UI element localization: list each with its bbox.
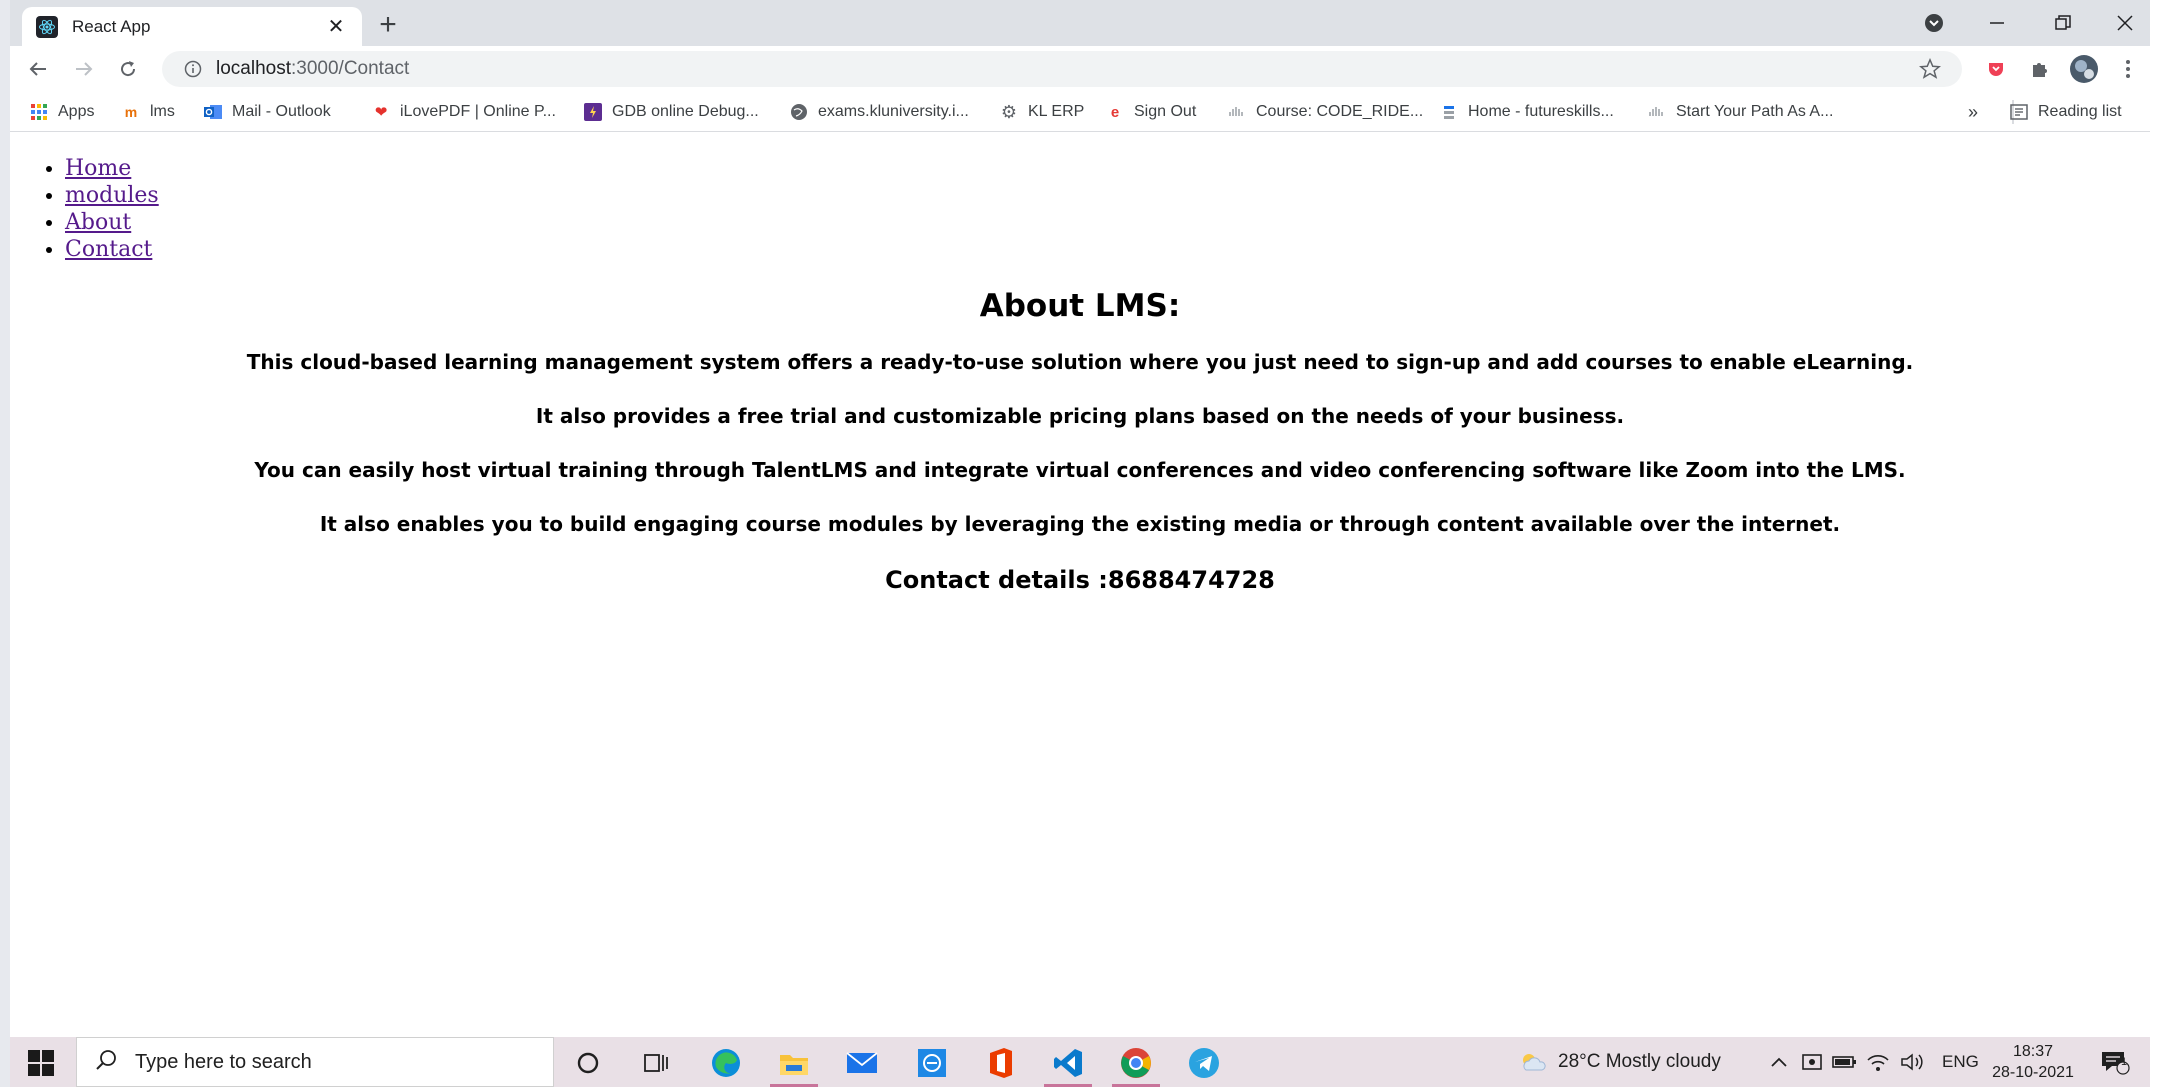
about-paragraph-1: This cloud-based learning management sys… [246,350,1914,374]
cisco-icon [1228,103,1246,121]
bookmark-apps[interactable]: Apps [30,100,94,124]
url-host: localhost [216,58,291,79]
bookmarks-overflow-button[interactable]: » [1968,100,1978,124]
bookmarks-bar: Apps m lms Mail - Outlook ❤ iLovePDF | O… [10,92,2150,132]
wifi-icon[interactable] [1866,1037,1890,1087]
page-heading: About LMS: [979,288,1181,324]
bookmark-start-your-path[interactable]: Start Your Path As A... [1648,100,1833,124]
react-icon [36,15,58,38]
nav-item-about: About [65,209,159,236]
tab-search-icon[interactable] [1914,6,1954,40]
outlook-icon [204,103,222,121]
cloudy-weather-icon [1518,1050,1548,1074]
back-arrow-icon[interactable] [22,53,54,85]
forward-arrow-icon[interactable] [68,53,100,85]
clock[interactable]: 18:37 28-10-2021 [1990,1037,2076,1087]
gear-icon: ⚙ [1000,101,1018,122]
cortana-icon[interactable] [570,1045,606,1081]
globe-icon [790,103,808,121]
nav-link-modules[interactable]: modules [65,183,159,208]
taskbar-search-placeholder: Type here to search [135,1050,312,1073]
nav-link-home[interactable]: Home [65,156,131,181]
bookmark-ilovepdf[interactable]: ❤ iLovePDF | Online P... [372,100,556,124]
meet-now-icon[interactable] [1802,1037,1824,1087]
close-window-icon[interactable] [2100,6,2150,40]
contact-details: Contact details :8688474728 [885,566,1275,594]
weather-text: 28°C Mostly cloudy [1558,1051,1721,1072]
windows-start-icon[interactable] [28,1050,54,1076]
clock-time: 18:37 [2012,1043,2054,1060]
office-icon[interactable] [982,1045,1018,1081]
gdb-icon [584,103,602,121]
bookmark-exams[interactable]: exams.kluniversity.i... [790,100,969,124]
profile-avatar-icon[interactable] [2068,53,2100,85]
nav-item-home: Home [65,155,159,182]
vscode-icon[interactable] [1044,1045,1092,1087]
browser-toolbar: localhost:3000/Contact [10,46,2150,92]
language-indicator[interactable]: ENG [1942,1037,1979,1087]
telegram-icon[interactable] [1186,1045,1222,1081]
volume-icon[interactable] [1900,1037,1926,1087]
bookmark-sign-out[interactable]: e Sign Out [1106,100,1196,124]
windows-taskbar: Type here to search 28°C Mostly cloudy E… [10,1037,2150,1087]
browser-tab[interactable]: React App ✕ [22,7,362,46]
chrome-icon[interactable] [1112,1045,1160,1087]
minimize-icon[interactable] [1972,6,2022,40]
nav-link-about[interactable]: About [65,210,131,235]
bookmark-futureskills[interactable]: Home - futureskills... [1440,100,1614,124]
restore-icon[interactable] [2038,6,2088,40]
mail-icon[interactable] [844,1045,880,1081]
futureskills-icon [1440,103,1458,121]
new-tab-button[interactable]: + [372,10,404,42]
about-section: About LMS: This cloud-based learning man… [10,288,2150,594]
screen: React App ✕ + localhost:3000/Contact Ap… [0,0,2161,1087]
nav-item-contact: Contact [65,236,159,263]
battery-icon[interactable] [1832,1037,1858,1087]
reading-list-button[interactable]: Reading list [2010,100,2122,124]
page-viewport: Home modules About Contact About LMS: Th… [10,133,2150,1037]
about-paragraph-3: You can easily host virtual training thr… [254,458,1906,482]
bookmark-outlook[interactable]: Mail - Outlook [204,100,331,124]
weather-widget[interactable]: 28°C Mostly cloudy [1518,1037,1721,1087]
tab-title: React App [72,16,151,36]
pocket-extension-icon[interactable] [1980,53,2012,85]
clock-date: 28-10-2021 [1992,1064,2074,1081]
store-app-icon[interactable] [914,1045,950,1081]
nav-link-contact[interactable]: Contact [65,237,152,262]
menu-dots-icon[interactable] [2112,53,2144,85]
lms-icon: m [124,104,138,120]
notification-count: 1 [2120,1056,2128,1068]
file-explorer-icon[interactable] [770,1045,818,1087]
about-paragraph-4: It also enables you to build engaging co… [319,512,1841,536]
close-tab-icon[interactable]: ✕ [324,14,348,39]
edge-browser-icon[interactable] [708,1045,744,1081]
taskbar-search-box[interactable]: Type here to search [76,1037,554,1087]
left-edge [0,0,10,1087]
cisco-icon [1648,103,1666,121]
nav-item-modules: modules [65,182,159,209]
about-paragraph-2: It also provides a free trial and custom… [535,404,1625,428]
bookmark-course-code-ride[interactable]: Course: CODE_RIDE... [1228,100,1423,124]
bookmark-kl-erp[interactable]: ⚙ KL ERP [1000,100,1084,124]
apps-grid-icon [30,103,48,121]
extensions-puzzle-icon[interactable] [2024,53,2056,85]
heart-icon: ❤ [374,104,388,121]
bookmark-star-icon[interactable] [1914,53,1946,85]
bookmark-gdb[interactable]: GDB online Debug... [584,100,759,124]
notifications-icon[interactable]: 1 [2100,1037,2130,1087]
show-hidden-icons-chevron-icon[interactable] [1770,1037,1788,1087]
url-path: :3000/Contact [291,58,410,79]
reading-list-icon [2010,103,2028,121]
address-bar[interactable]: localhost:3000/Contact [162,51,1962,87]
info-icon[interactable] [184,60,202,78]
search-icon [95,1049,117,1076]
bookmark-lms[interactable]: m lms [122,100,175,124]
tab-strip: React App ✕ + [10,0,2150,46]
signout-icon: e [1110,103,1120,121]
task-view-icon[interactable] [638,1045,674,1081]
nav-list: Home modules About Contact [65,155,159,263]
reload-icon[interactable] [112,53,144,85]
